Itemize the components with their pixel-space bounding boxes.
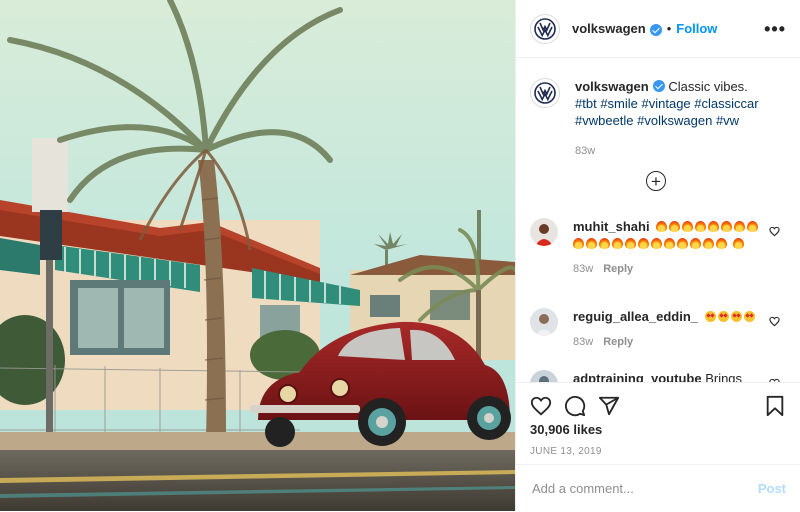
fire-emoji-icon [612, 238, 623, 249]
fire-emoji-icon [682, 221, 694, 232]
comment-item: adptraining_youtube Brings back [530, 370, 786, 382]
more-options-icon[interactable]: ••• [764, 20, 786, 38]
share-icon[interactable] [598, 395, 620, 417]
verified-badge-icon [649, 23, 662, 36]
verified-badge-icon [652, 80, 665, 92]
post-comment-button[interactable]: Post [758, 481, 786, 496]
avatar[interactable] [530, 218, 558, 246]
vintage-beetle-photo [0, 0, 515, 511]
fire-emoji-icon [599, 238, 610, 249]
reply-button[interactable]: Reply [603, 336, 633, 348]
fire-emoji-icon [690, 238, 701, 249]
action-icons [530, 395, 786, 419]
comment-item: reguig_allea_eddin_ 83w Reply [530, 308, 786, 351]
header-username[interactable]: volkswagen [572, 21, 646, 36]
comment-body: reguig_allea_eddin_ 83w Reply [573, 308, 763, 351]
comment-body: adptraining_youtube Brings back [573, 370, 763, 382]
comment-username[interactable]: muhit_shahi [573, 219, 650, 234]
avatar[interactable] [530, 308, 558, 336]
caption-time[interactable]: 83w [575, 145, 595, 157]
hashtag-link[interactable]: #vintage [642, 96, 691, 111]
fire-emoji-icon [695, 221, 707, 232]
heart-icon[interactable] [769, 226, 780, 237]
caption: volkswagen Classic vibes. #tbt #smile #v… [530, 78, 786, 160]
fire-emoji-icon [664, 238, 675, 249]
fire-emoji-icon [716, 238, 727, 249]
fire-emoji-icon [703, 238, 714, 249]
comments-list[interactable]: volkswagen Classic vibes. #tbt #smile #v… [516, 58, 800, 382]
comment-emojis [704, 309, 757, 324]
star-struck-emoji-icon [743, 311, 755, 322]
comment-item: muhit_shahi 83w Reply [530, 218, 786, 278]
hashtag-link[interactable]: #vw [716, 113, 739, 128]
fire-emoji-icon [669, 221, 681, 232]
comment-time[interactable]: 83w [573, 263, 593, 275]
fire-emoji-icon [651, 238, 662, 249]
comment-icon[interactable] [564, 395, 586, 417]
caption-username[interactable]: volkswagen [575, 79, 649, 94]
add-comment-bar: Post [516, 464, 800, 512]
hashtag-link[interactable]: #tbt [575, 96, 597, 111]
heart-icon[interactable] [530, 395, 552, 417]
comment-body: muhit_shahi 83w Reply [573, 218, 763, 278]
fire-emoji-icon [638, 238, 649, 249]
header-separator: • [666, 21, 672, 36]
vw-logo-icon[interactable] [530, 78, 560, 108]
follow-button[interactable]: Follow [676, 21, 717, 36]
star-struck-emoji-icon [717, 311, 729, 322]
fire-emoji-icon [586, 238, 597, 249]
caption-text: Classic vibes. [668, 79, 748, 94]
fire-emoji-icon [732, 238, 744, 249]
hashtag-link[interactable]: #smile [600, 96, 638, 111]
fire-emoji-icon [747, 221, 759, 232]
avatar[interactable] [530, 370, 558, 382]
comment-time[interactable]: 83w [573, 336, 593, 348]
fire-emoji-icon [677, 238, 688, 249]
fire-emoji-icon [656, 221, 668, 232]
likes-count[interactable]: 30,906 likes [530, 422, 602, 437]
comment-username[interactable]: reguig_allea_eddin_ [573, 309, 698, 324]
fire-emoji-icon [625, 238, 636, 249]
reply-button[interactable]: Reply [603, 263, 633, 275]
fire-emoji-icon [734, 221, 746, 232]
hashtag-link[interactable]: #volkswagen [637, 113, 712, 128]
post-actions: 30,906 likes JUNE 13, 2019 [516, 382, 800, 463]
post-photo[interactable] [0, 0, 515, 511]
fire-emoji-icon [573, 238, 584, 249]
bookmark-icon[interactable] [764, 395, 786, 417]
comment-input[interactable] [530, 480, 758, 497]
post-date[interactable]: JUNE 13, 2019 [530, 446, 602, 457]
hashtag-link[interactable]: #classiccar [694, 96, 758, 111]
post-header: volkswagen • Follow ••• [516, 0, 800, 58]
fire-emoji-icon [721, 221, 733, 232]
star-struck-emoji-icon [704, 311, 716, 322]
plus-circle-icon[interactable]: + [646, 171, 666, 191]
heart-icon[interactable] [769, 316, 780, 327]
comment-username[interactable]: adptraining_youtube [573, 371, 702, 382]
post-side-panel: volkswagen • Follow ••• volkswagen Class… [515, 0, 800, 511]
vw-logo-icon[interactable] [530, 13, 560, 44]
instagram-post: volkswagen • Follow ••• volkswagen Class… [0, 0, 800, 511]
fire-emoji-icon [708, 221, 720, 232]
hashtag-link[interactable]: #vwbeetle [575, 113, 634, 128]
caption-body: volkswagen Classic vibes. #tbt #smile #v… [575, 78, 765, 160]
star-struck-emoji-icon [730, 311, 742, 322]
